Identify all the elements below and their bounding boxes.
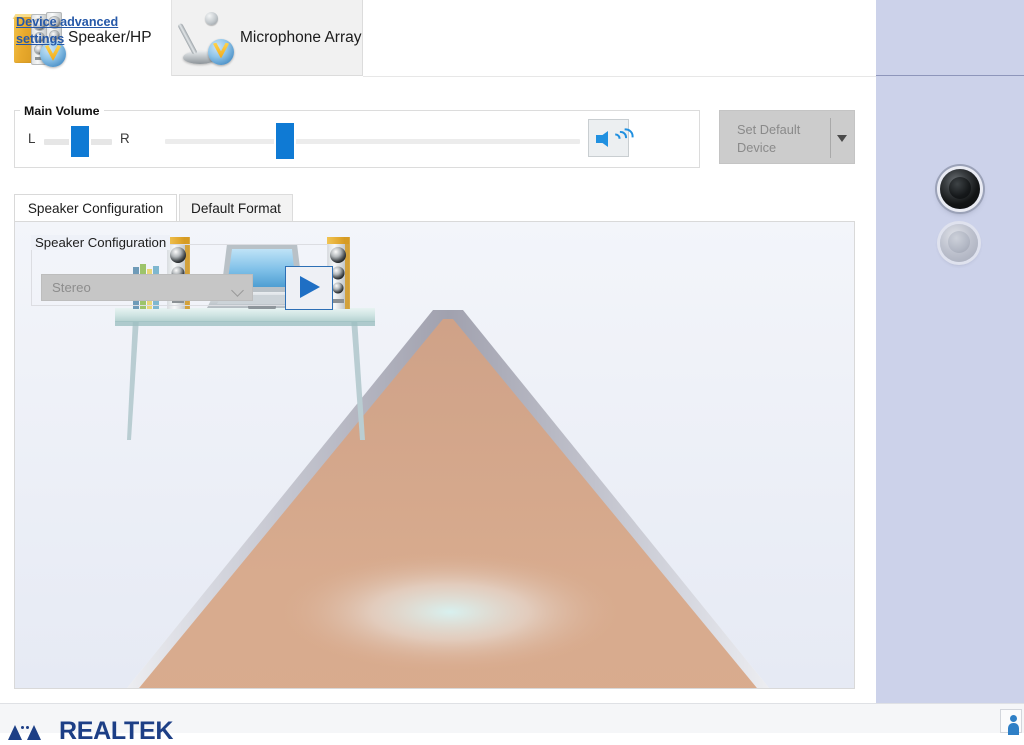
set-default-separator (830, 118, 831, 158)
tab-strip-filler (363, 0, 876, 77)
tab-speaker-configuration-label: Speaker Configuration (28, 201, 163, 216)
mute-toggle-button[interactable] (588, 119, 629, 157)
speaker-configuration-group-title: Speaker Configuration (31, 235, 170, 250)
microphone-icon (178, 7, 240, 69)
tab-default-format-label: Default Format (191, 201, 281, 216)
realtek-audio-console: Speaker/HP Microphone Array Device advan… (0, 0, 1024, 733)
balance-right-label: R (120, 131, 130, 146)
set-default-device-label: Set Default Device (737, 121, 823, 157)
chevron-down-icon (231, 284, 244, 297)
analog-jack-active-icon[interactable] (940, 169, 980, 209)
play-triangle-icon (300, 276, 320, 298)
test-playback-button[interactable] (285, 266, 333, 310)
status-bar: REALTEK (0, 703, 1024, 733)
balance-slider-thumb[interactable] (71, 126, 89, 157)
volume-slider-thumb[interactable] (276, 123, 294, 159)
volume-slider-track[interactable] (165, 139, 580, 144)
speaker-configuration-select[interactable]: Stereo (41, 274, 253, 301)
content-tab-bar: Speaker Configuration Default Format (14, 194, 855, 222)
main-volume-title: Main Volume (20, 104, 104, 118)
device-tab-microphone-array[interactable]: Microphone Array (172, 0, 363, 76)
advanced-settings-header (876, 0, 1024, 76)
balance-left-label: L (28, 131, 35, 146)
realtek-logo-icon: REALTEK (8, 718, 173, 740)
analog-device-panel (876, 0, 1024, 703)
speaker-configuration-value: Stereo (52, 280, 91, 295)
speaker-configuration-panel: Speaker Configuration Stereo (14, 221, 855, 689)
tab-speaker-configuration[interactable]: Speaker Configuration (14, 194, 177, 222)
tab-default-format[interactable]: Default Format (179, 194, 293, 222)
device-advanced-settings-link[interactable]: Device advanced settings (16, 14, 136, 48)
device-tab-microphone-array-label: Microphone Array (240, 29, 361, 47)
set-default-device-button[interactable]: Set Default Device (719, 110, 855, 164)
brand-name-label: REALTEK (59, 722, 173, 740)
info-button[interactable] (1000, 709, 1022, 733)
analog-jack-idle-icon[interactable] (940, 224, 978, 262)
chevron-down-icon[interactable] (837, 135, 847, 142)
user-info-icon (1010, 715, 1017, 722)
check-badge-icon (208, 39, 234, 65)
